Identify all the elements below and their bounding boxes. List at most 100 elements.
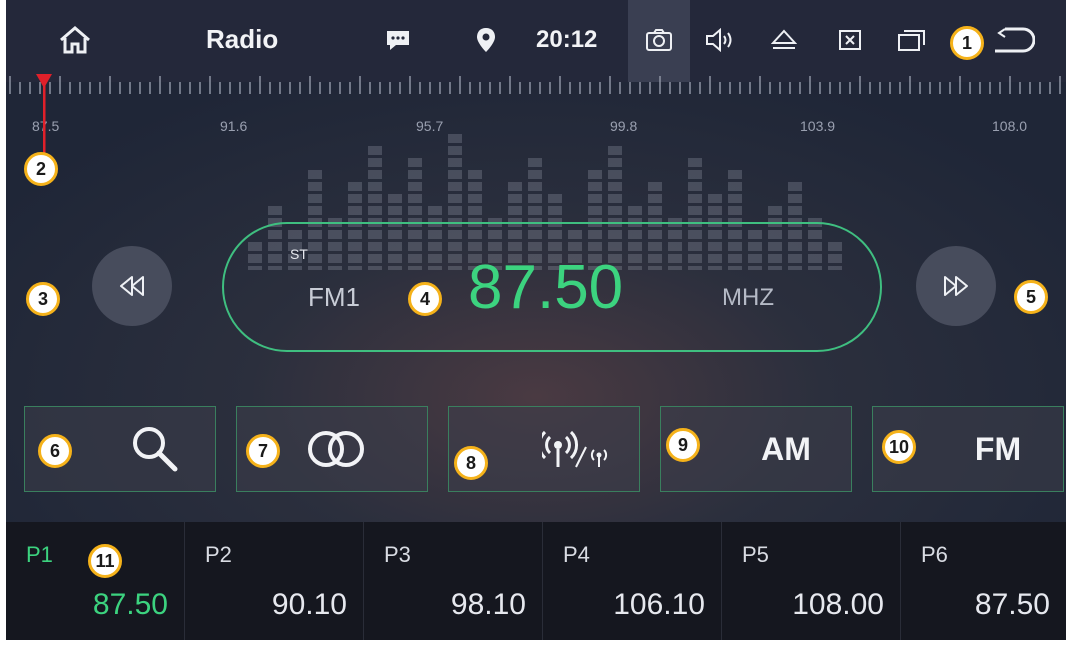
spectrum-block bbox=[268, 206, 282, 215]
callout-badge: 8 bbox=[454, 446, 488, 480]
spectrum-block bbox=[608, 182, 622, 191]
spectrum-block bbox=[588, 194, 602, 203]
preset-p1[interactable]: P1 87.50 bbox=[6, 522, 185, 640]
preset-p5[interactable]: P5 108.00 bbox=[722, 522, 901, 640]
spectrum-block bbox=[788, 182, 802, 191]
spectrum-block bbox=[588, 206, 602, 215]
callout-badge: 3 bbox=[26, 282, 60, 316]
spectrum-block bbox=[368, 170, 382, 179]
rewind-icon bbox=[120, 276, 144, 296]
spectrum-block bbox=[708, 206, 722, 215]
spectrum-block bbox=[448, 170, 462, 179]
spectrum-block bbox=[388, 206, 402, 215]
tuning-needle[interactable] bbox=[34, 74, 54, 158]
preset-name: P1 bbox=[26, 542, 53, 567]
app-title: Radio bbox=[206, 24, 279, 54]
preset-name: P2 bbox=[205, 542, 232, 567]
spectrum-block bbox=[348, 194, 362, 203]
frequency-scale[interactable] bbox=[6, 74, 1066, 100]
spectrum-block bbox=[528, 158, 542, 167]
preset-frequency: 87.50 bbox=[974, 588, 1050, 621]
callout-badge: 10 bbox=[882, 430, 916, 464]
spectrum-block bbox=[648, 194, 662, 203]
spectrum-block bbox=[608, 158, 622, 167]
search-icon bbox=[133, 427, 178, 472]
spectrum-block bbox=[768, 206, 782, 215]
spectrum-block bbox=[468, 206, 482, 215]
spectrum-block bbox=[788, 194, 802, 203]
spectrum-block bbox=[688, 158, 702, 167]
seek-forward-button[interactable] bbox=[916, 246, 996, 326]
spectrum-block bbox=[648, 206, 662, 215]
spectrum-block bbox=[448, 182, 462, 191]
preset-p6[interactable]: P6 87.50 bbox=[901, 522, 1066, 640]
preset-frequency: 108.00 bbox=[792, 588, 884, 621]
spectrum-block bbox=[688, 194, 702, 203]
spectrum-block bbox=[308, 182, 322, 191]
spectrum-block bbox=[628, 206, 642, 215]
spectrum-block bbox=[448, 146, 462, 155]
preset-name: P6 bbox=[921, 542, 948, 567]
antenna-icon bbox=[542, 430, 608, 468]
location-pin-icon[interactable] bbox=[468, 18, 504, 62]
spectrum-block bbox=[468, 170, 482, 179]
volume-icon[interactable] bbox=[698, 18, 742, 62]
clock: 20:12 bbox=[536, 26, 598, 53]
spectrum-block bbox=[548, 194, 562, 203]
close-app-icon[interactable] bbox=[828, 18, 872, 62]
recent-apps-icon[interactable] bbox=[890, 18, 934, 62]
spectrum-block bbox=[448, 158, 462, 167]
preset-p4[interactable]: P4 106.10 bbox=[543, 522, 722, 640]
preset-p2[interactable]: P2 90.10 bbox=[185, 522, 364, 640]
radio-screen: Radio 20:12 87.5 91.6 95.7 99.8 103.9 10… bbox=[6, 0, 1066, 640]
eject-icon[interactable] bbox=[762, 18, 806, 62]
back-icon[interactable] bbox=[986, 18, 1040, 62]
spectrum-block bbox=[528, 182, 542, 191]
spectrum-block bbox=[688, 206, 702, 215]
spectrum-block bbox=[408, 206, 422, 215]
spectrum-block bbox=[348, 206, 362, 215]
spectrum-block bbox=[308, 206, 322, 215]
spectrum-block bbox=[688, 170, 702, 179]
spectrum-block bbox=[308, 194, 322, 203]
spectrum-block bbox=[788, 206, 802, 215]
callout-badge: 11 bbox=[88, 544, 122, 578]
spectrum-block bbox=[388, 194, 402, 203]
message-icon[interactable] bbox=[378, 18, 418, 62]
spectrum-block bbox=[728, 206, 742, 215]
spectrum-block bbox=[368, 194, 382, 203]
spectrum-block bbox=[548, 206, 562, 215]
spectrum-block bbox=[408, 158, 422, 167]
callout-badge: 7 bbox=[246, 434, 280, 468]
spectrum-block bbox=[408, 170, 422, 179]
spectrum-block bbox=[528, 170, 542, 179]
preset-p3[interactable]: P3 98.10 bbox=[364, 522, 543, 640]
home-icon[interactable] bbox=[50, 18, 100, 62]
spectrum-block bbox=[608, 146, 622, 155]
camera-icon[interactable] bbox=[636, 18, 682, 62]
spectrum-block bbox=[528, 206, 542, 215]
scale-label: 91.6 bbox=[220, 118, 248, 134]
spectrum-block bbox=[728, 170, 742, 179]
spectrum-block bbox=[408, 194, 422, 203]
spectrum-block bbox=[728, 194, 742, 203]
spectrum-block bbox=[588, 170, 602, 179]
preset-name: P5 bbox=[742, 542, 769, 567]
spectrum-block bbox=[308, 170, 322, 179]
callout-badge: 9 bbox=[666, 428, 700, 462]
spectrum-block bbox=[448, 134, 462, 143]
callout-badge: 1 bbox=[950, 26, 984, 60]
seek-back-button[interactable] bbox=[92, 246, 172, 326]
preset-frequency: 87.50 bbox=[92, 588, 168, 621]
spectrum-block bbox=[608, 194, 622, 203]
spectrum-block bbox=[368, 206, 382, 215]
spectrum-block bbox=[348, 182, 362, 191]
spectrum-block bbox=[448, 194, 462, 203]
preset-frequency: 106.10 bbox=[613, 588, 705, 621]
callout-badge: 2 bbox=[24, 152, 58, 186]
spectrum-block bbox=[608, 170, 622, 179]
stereo-icon bbox=[308, 431, 364, 467]
spectrum-block bbox=[368, 146, 382, 155]
spectrum-block bbox=[688, 182, 702, 191]
fast-forward-icon bbox=[944, 276, 968, 296]
